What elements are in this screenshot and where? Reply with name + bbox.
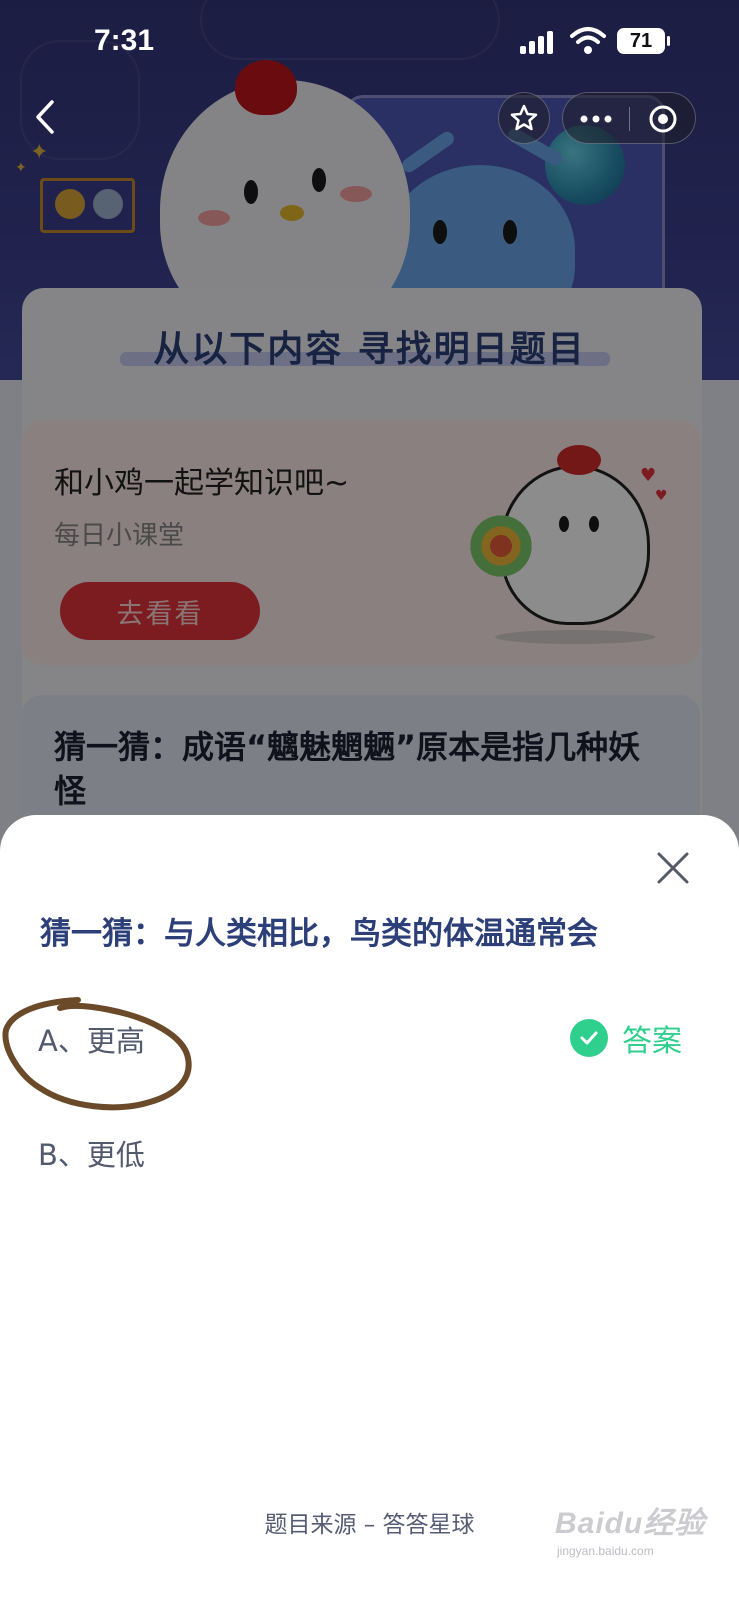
check-circle-icon <box>570 1019 608 1057</box>
target-circle-icon <box>649 105 677 133</box>
chevron-left-icon <box>36 100 54 134</box>
sheet-close-button[interactable] <box>650 845 696 891</box>
answer-indicator: 答案 <box>570 1015 682 1061</box>
option-b[interactable]: B、更低 <box>38 1132 145 1174</box>
battery-tip <box>667 36 670 46</box>
more-dots-icon <box>580 115 612 123</box>
hand-drawn-circle-annotation <box>2 997 192 1111</box>
answer-label: 答案 <box>622 1024 682 1059</box>
watermark-logo: Baidu经验 <box>555 1507 706 1540</box>
cellular-signal-icon <box>520 30 560 54</box>
more-button[interactable] <box>563 93 629 145</box>
status-time: 7:31 <box>94 24 155 57</box>
battery-icon: 71 <box>617 28 665 54</box>
wifi-icon <box>570 27 606 54</box>
close-icon <box>657 852 689 884</box>
mini-program-capsule <box>562 92 696 144</box>
star-icon <box>510 104 538 131</box>
exit-mini-program-button[interactable] <box>630 93 696 145</box>
watermark-url: jingyan.baidu.com <box>557 1544 654 1558</box>
question-text: 猜一猜：与人类相比，鸟类的体温通常会 <box>40 916 598 952</box>
favorite-button[interactable] <box>498 92 550 144</box>
baidu-watermark: Baidu经验 jingyan.baidu.com <box>555 1490 715 1570</box>
back-button[interactable] <box>26 92 66 142</box>
